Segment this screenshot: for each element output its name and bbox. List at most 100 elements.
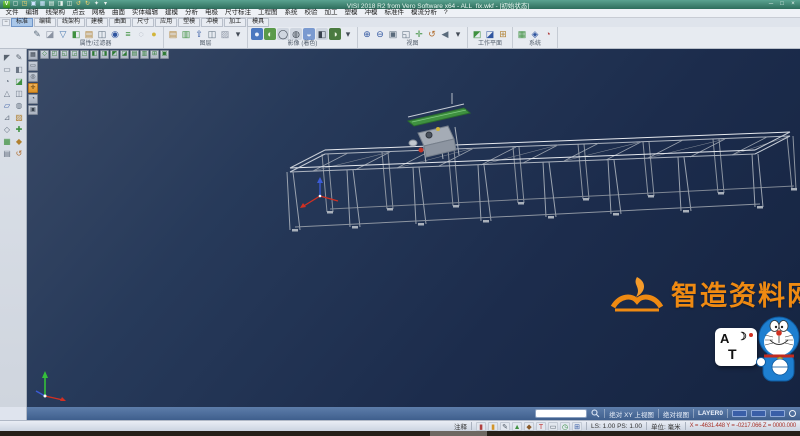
tab-standard[interactable]: 标准 <box>11 18 33 27</box>
rect-icon[interactable]: ▭ <box>2 64 13 75</box>
status-transport-icon[interactable]: ◆ <box>524 422 534 431</box>
trim-icon[interactable]: ◧ <box>14 64 25 75</box>
close-button[interactable]: × <box>789 1 797 8</box>
menu-item[interactable]: 标准件 <box>381 9 408 17</box>
viewport-3d[interactable]: ▦▭◎✛◔▣ ◇◰◱◲◳◧◨◩◪▤▥⊞▣ <box>27 49 800 407</box>
system-info-icon[interactable]: ◔ <box>542 28 554 40</box>
tab-machining[interactable]: 加工 <box>224 18 246 27</box>
tabstrip-collapse-button[interactable]: − <box>2 19 10 26</box>
save-all-icon[interactable]: ▦ <box>39 1 46 8</box>
menu-item[interactable]: 网格 <box>89 9 109 17</box>
attr-match-icon[interactable]: ≡ <box>122 28 134 40</box>
layer-filter-icon[interactable]: ▤ <box>83 28 95 40</box>
attr-hide-icon[interactable]: ◌ <box>135 28 147 40</box>
layer-dropdown-icon[interactable]: ▾ <box>232 28 244 40</box>
system-settings-icon[interactable]: ▦ <box>516 28 528 40</box>
search-icon[interactable] <box>591 409 600 418</box>
zoom-out-icon[interactable]: ⊖ <box>374 28 386 40</box>
print-icon[interactable]: ▤ <box>48 1 55 8</box>
status-grid-icon[interactable]: ⊞ <box>572 422 582 431</box>
tab-progress[interactable]: 冲模 <box>201 18 223 27</box>
mirror-icon[interactable]: ◪ <box>14 76 25 87</box>
diamond-icon[interactable]: ◇ <box>2 124 13 135</box>
layer-settings-icon[interactable]: ▨ <box>219 28 231 40</box>
menu-item[interactable]: 建模 <box>162 9 182 17</box>
menu-item[interactable]: 校验 <box>301 9 321 17</box>
tab-mould[interactable]: 塑模 <box>178 18 200 27</box>
menu-item[interactable]: 工程图 <box>255 9 282 17</box>
status-ruler-icon[interactable]: ▭ <box>548 422 558 431</box>
shaded-edges-icon[interactable]: ◐ <box>264 28 276 40</box>
menu-item[interactable]: 塑模 <box>341 9 361 17</box>
attr-copy-icon[interactable]: ◫ <box>96 28 108 40</box>
section-view-icon[interactable]: ◧ <box>316 28 328 40</box>
open-file-icon[interactable]: ◳ <box>21 1 28 8</box>
stamp-icon[interactable]: ✦ <box>93 1 100 8</box>
layer-swatch[interactable] <box>751 410 766 417</box>
workplane-grid-icon[interactable]: ⊞ <box>497 28 509 40</box>
arc-icon[interactable]: ◔ <box>2 76 13 87</box>
pan-icon[interactable]: ✛ <box>413 28 425 40</box>
tab-edit[interactable]: 编辑 <box>34 18 56 27</box>
zoom-window-icon[interactable]: ▣ <box>387 28 399 40</box>
rotate-view-icon[interactable]: ↺ <box>426 28 438 40</box>
menu-item[interactable]: 加工 <box>321 9 341 17</box>
status-marker-icon[interactable]: ▮ <box>488 422 498 431</box>
circle-icon[interactable]: ◍ <box>14 100 25 111</box>
layer-swatch[interactable] <box>770 410 785 417</box>
layer-move-icon[interactable]: ⇧ <box>193 28 205 40</box>
mesh-icon[interactable]: ▦ <box>2 136 13 147</box>
menu-item[interactable]: 电极 <box>202 9 222 17</box>
status-text-icon[interactable]: T <box>536 422 546 431</box>
stack-icon[interactable]: ▤ <box>2 148 13 159</box>
render-dropdown-icon[interactable]: ▾ <box>342 28 354 40</box>
menu-item[interactable]: 编辑 <box>22 9 42 17</box>
attr-show-icon[interactable]: ● <box>148 28 160 40</box>
system-window-icon[interactable]: ◈ <box>529 28 541 40</box>
notes-label[interactable]: 注释 <box>454 421 467 431</box>
hatch-icon[interactable]: ▨ <box>14 112 25 123</box>
offset-icon[interactable]: ◫ <box>14 88 25 99</box>
triangle-icon[interactable]: △ <box>2 88 13 99</box>
status-clock-icon[interactable]: ◷ <box>560 422 570 431</box>
workplane-custom-icon[interactable]: ◪ <box>484 28 496 40</box>
menu-item[interactable]: 分析 <box>182 9 202 17</box>
tab-surface[interactable]: 曲面 <box>109 18 131 27</box>
layer-visibility-icon[interactable]: ◫ <box>206 28 218 40</box>
maximize-button[interactable]: □ <box>778 1 786 8</box>
layer-new-icon[interactable]: ▥ <box>180 28 192 40</box>
rotate-icon[interactable]: ↺ <box>14 148 25 159</box>
previous-view-icon[interactable]: ◀ <box>439 28 451 40</box>
menu-item[interactable]: 实体编辑 <box>129 9 162 17</box>
shadow-view-icon[interactable]: ◑ <box>329 28 341 40</box>
minimize-button[interactable]: ─ <box>767 1 775 8</box>
select-icon[interactable]: ◤ <box>2 52 13 63</box>
tab-modeling[interactable]: 建模 <box>86 18 108 27</box>
save-icon[interactable]: ▣ <box>30 1 37 8</box>
menu-item[interactable]: 线架构 <box>42 9 69 17</box>
copy-icon[interactable]: ◫ <box>66 1 73 8</box>
command-search-input[interactable] <box>535 409 587 418</box>
menu-item[interactable]: 系统 <box>281 9 301 17</box>
hidden-line-icon[interactable]: ◍ <box>290 28 302 40</box>
zoom-in-icon[interactable]: ⊕ <box>361 28 373 40</box>
redo-icon[interactable]: ↻ <box>84 1 91 8</box>
menu-item[interactable]: 曲面 <box>109 9 129 17</box>
attr-eraser-icon[interactable]: ◪ <box>44 28 56 40</box>
menu-item[interactable]: ? <box>441 9 452 17</box>
tab-application[interactable]: 应用 <box>155 18 177 27</box>
status-pen-icon[interactable]: ✎ <box>500 422 510 431</box>
workplane-xy-icon[interactable]: ◩ <box>471 28 483 40</box>
units-status[interactable]: 单位: 毫米 <box>651 421 681 431</box>
menu-item[interactable]: 冲模 <box>361 9 381 17</box>
transparent-view-icon[interactable]: ◒ <box>303 28 315 40</box>
tab-dimension[interactable]: 尺寸 <box>132 18 154 27</box>
wireframe-view-icon[interactable]: ◯ <box>277 28 289 40</box>
qat-dropdown-icon[interactable]: ▾ <box>102 1 109 8</box>
layers-icon[interactable]: ▤ <box>167 28 179 40</box>
view-mode-status[interactable]: 绝对视图 <box>663 409 689 419</box>
active-layer-status[interactable]: LAYER0 <box>698 410 723 417</box>
menu-item[interactable]: 文件 <box>2 9 22 17</box>
tab-wireframe[interactable]: 线架构 <box>57 18 85 27</box>
scale-status[interactable]: LS: 1.00 PS: 1.00 <box>591 423 642 430</box>
